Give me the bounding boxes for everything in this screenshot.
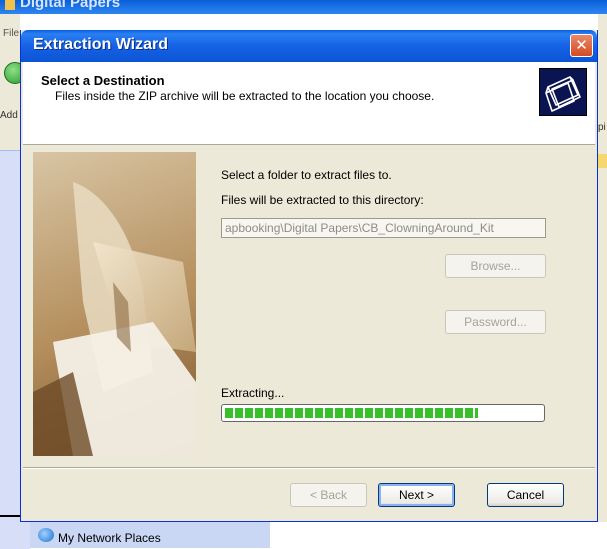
destination-path-field[interactable]: apbooking\Digital Papers\CB_ClowningArou… <box>221 218 546 238</box>
background-window-right-edge: pi <box>598 14 607 548</box>
browse-button[interactable]: Browse... <box>445 254 546 278</box>
background-window-title: Digital Papers <box>20 0 121 11</box>
instruction-text: Select a folder to extract files to. <box>221 168 392 182</box>
directory-label: Files will be extracted to this director… <box>221 193 424 207</box>
wizard-header: Select a Destination Files inside the ZI… <box>23 62 595 145</box>
dialog-title: Extraction Wizard <box>33 36 168 53</box>
dialog-titlebar[interactable]: Extraction Wizard ✕ <box>21 30 597 62</box>
wizard-side-image <box>33 152 196 456</box>
divider <box>23 467 595 469</box>
extraction-wizard-dialog: Extraction Wizard ✕ Select a Destination… <box>20 30 598 522</box>
step-subtitle: Files inside the ZIP archive will be ext… <box>55 89 435 103</box>
background-right-fragment: pi <box>598 122 606 133</box>
close-icon: ✕ <box>575 36 588 54</box>
network-places-link[interactable]: My Network Places <box>30 522 270 548</box>
network-globe-icon <box>38 528 54 542</box>
folder-icon <box>598 154 607 168</box>
cancel-button[interactable]: Cancel <box>487 483 564 507</box>
background-menu-fragment[interactable]: File <box>3 28 19 39</box>
status-label: Extracting... <box>221 386 285 400</box>
progress-fill <box>225 408 478 418</box>
folders-icon <box>539 68 587 116</box>
folder-icon <box>5 0 15 10</box>
close-button[interactable]: ✕ <box>570 34 593 57</box>
extraction-progress-bar <box>221 404 545 422</box>
background-content-area <box>270 522 607 548</box>
next-button[interactable]: Next > <box>378 483 455 507</box>
background-address-fragment: Add <box>0 110 18 121</box>
background-window-titlebar: Digital Papers <box>0 0 607 14</box>
step-title: Select a Destination <box>41 73 165 88</box>
network-places-label: My Network Places <box>58 531 161 545</box>
password-button[interactable]: Password... <box>445 310 546 334</box>
back-button[interactable]: < Back <box>290 483 367 507</box>
